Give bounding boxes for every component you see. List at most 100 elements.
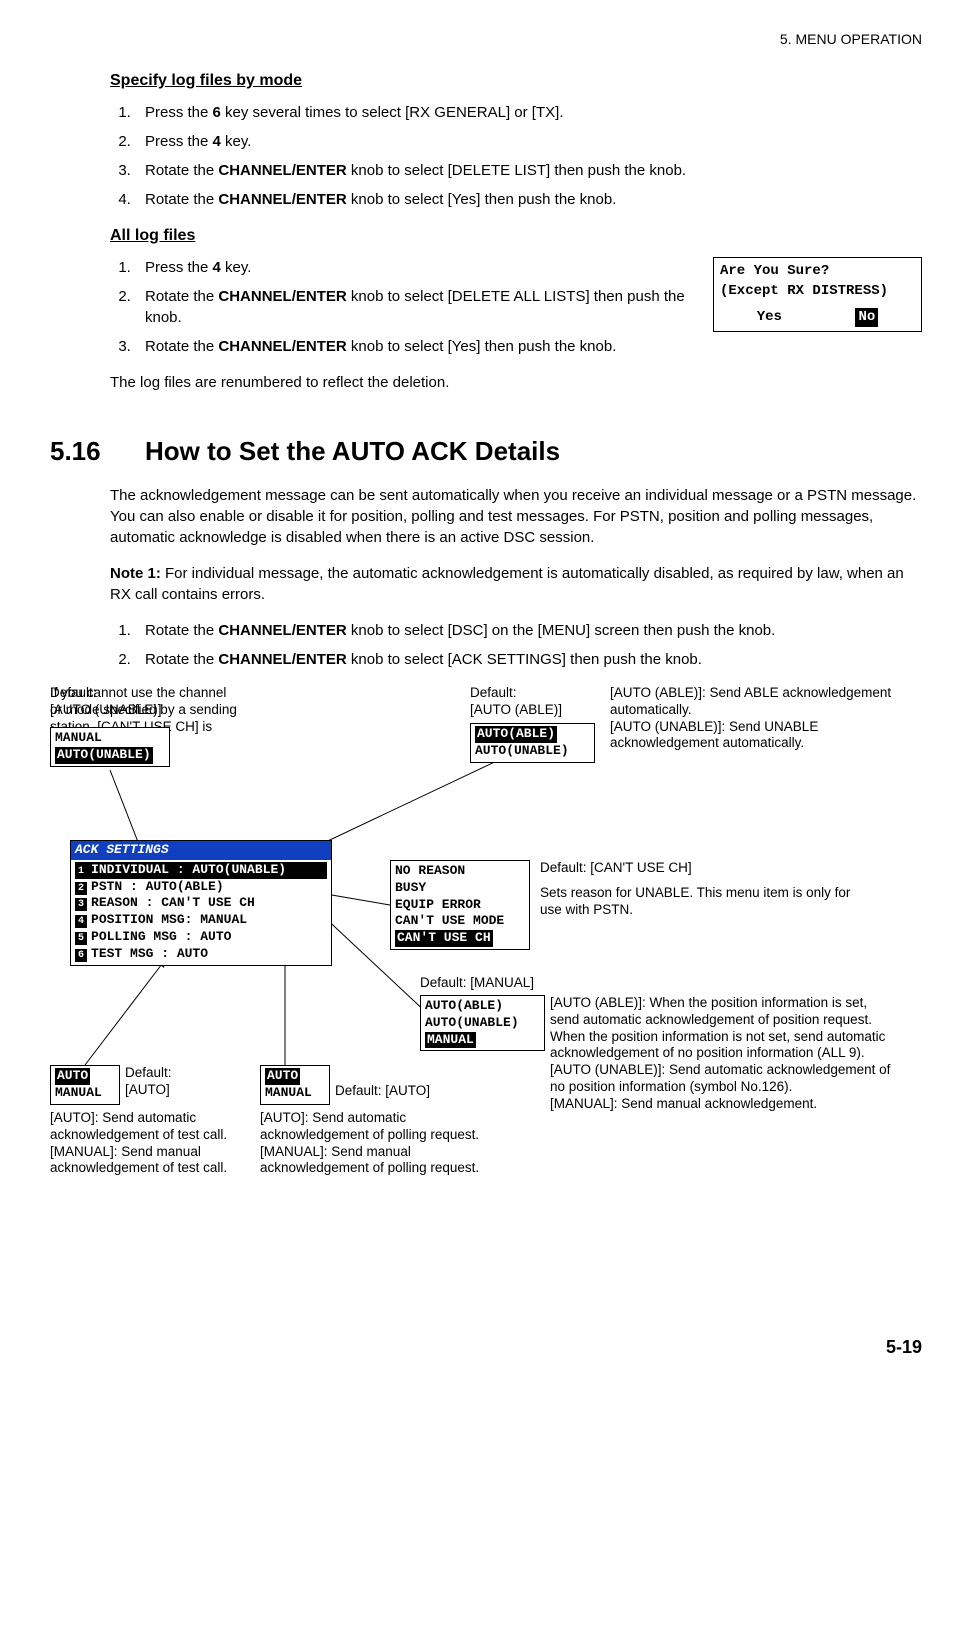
section-heading: 5.16 How to Set the AUTO ACK Details <box>50 433 922 469</box>
t: CHANNEL/ENTER <box>218 338 346 355</box>
t: 4 <box>213 259 221 276</box>
t: CHANNEL/ENTER <box>218 622 346 639</box>
t: Press the <box>145 133 213 150</box>
confirm-line: (Except RX DISTRESS) <box>720 282 915 302</box>
opt: MANUAL <box>55 1085 115 1102</box>
test-desc: [AUTO]: Send automatic acknowledgement o… <box>50 1110 245 1178</box>
opt-selected: AUTO(ABLE) <box>475 726 557 743</box>
t: POSITION MSG: MANUAL <box>91 912 247 927</box>
ack-settings-menu: ACK SETTINGS 1INDIVIDUAL : AUTO(UNABLE) … <box>70 840 332 966</box>
t: CHANNEL/ENTER <box>218 288 346 305</box>
polling-desc: [AUTO]: Send automatic acknowledgement o… <box>260 1110 480 1178</box>
opt: NO REASON <box>395 863 525 880</box>
t: INDIVIDUAL : AUTO(UNABLE) <box>91 862 286 877</box>
opt: AUTO(UNABLE) <box>425 1015 540 1032</box>
default-position: Default: [MANUAL] <box>420 975 534 992</box>
t: key. <box>221 259 252 276</box>
t: Press the <box>145 104 213 121</box>
position-desc: [AUTO (ABLE)]: When the position informa… <box>550 995 895 1113</box>
opt: MANUAL <box>55 730 165 747</box>
section-title: How to Set the AUTO ACK Details <box>145 433 560 469</box>
note-body: For individual message, the automatic ac… <box>110 565 904 603</box>
confirm-yes: Yes <box>757 308 782 328</box>
menu-row: 4POSITION MSG: MANUAL <box>75 912 327 929</box>
steps-specify: Press the 6 key several times to select … <box>110 102 922 210</box>
menu-row: 5POLLING MSG : AUTO <box>75 929 327 946</box>
t: 6 <box>213 104 221 121</box>
note-label: Note 1: <box>110 565 161 582</box>
opt: MANUAL <box>265 1085 325 1102</box>
opt-selected: AUTO <box>55 1068 90 1085</box>
t: knob to select [Yes] then push the knob. <box>347 191 617 208</box>
step: Press the 4 key. <box>135 131 922 152</box>
step: Press the 6 key several times to select … <box>135 102 922 123</box>
opt: EQUIP ERROR <box>395 897 525 914</box>
popup-individual: MANUAL AUTO(UNABLE) <box>50 727 170 767</box>
t: Rotate the <box>145 338 218 355</box>
default-test: Default: [AUTO] <box>125 1065 235 1099</box>
t: Rotate the <box>145 651 218 668</box>
note-1: Note 1: For individual message, the auto… <box>110 563 922 605</box>
step: Rotate the CHANNEL/ENTER knob to select … <box>135 649 922 670</box>
step: Rotate the CHANNEL/ENTER knob to select … <box>135 336 692 357</box>
step: Press the 4 key. <box>135 257 692 278</box>
reason-desc: Sets reason for UNABLE. This menu item i… <box>540 885 870 919</box>
t: 4 <box>213 133 221 150</box>
t: key several times to select [RX GENERAL]… <box>221 104 564 121</box>
menu-row: 2PSTN : AUTO(ABLE) <box>75 879 327 896</box>
t: Press the <box>145 259 213 276</box>
t: REASON : CAN'T USE CH <box>91 895 255 910</box>
t: Rotate the <box>145 288 218 305</box>
subheading-all: All log files <box>110 225 922 247</box>
popup-position: AUTO(ABLE) AUTO(UNABLE) MANUAL <box>420 995 545 1052</box>
popup-reason: NO REASON BUSY EQUIP ERROR CAN'T USE MOD… <box>390 860 530 950</box>
t: Rotate the <box>145 162 218 179</box>
popup-test: AUTO MANUAL <box>50 1065 120 1105</box>
step: Rotate the CHANNEL/ENTER knob to select … <box>135 286 692 328</box>
page-number: 5-19 <box>50 1335 922 1360</box>
default-reason: Default: [CAN'T USE CH] <box>540 860 740 877</box>
opt-selected: AUTO(UNABLE) <box>55 747 153 764</box>
ack-diagram: Default: [AUTO (UNABLE)] If you cannot u… <box>50 685 922 1305</box>
opt: BUSY <box>395 880 525 897</box>
para-intro: The acknowledgement message can be sent … <box>110 485 922 548</box>
t: key. <box>221 133 252 150</box>
t: CHANNEL/ENTER <box>218 191 346 208</box>
opt-selected: MANUAL <box>425 1032 476 1049</box>
t: PSTN : AUTO(ABLE) <box>91 879 224 894</box>
confirm-no: No <box>855 308 878 328</box>
t: Rotate the <box>145 191 218 208</box>
opt: CAN'T USE MODE <box>395 913 525 930</box>
opt: AUTO(ABLE) <box>425 998 540 1015</box>
able-unable-desc: [AUTO (ABLE)]: Send ABLE acknowledgement… <box>610 685 910 753</box>
menu-row: 3REASON : CAN'T USE CH <box>75 895 327 912</box>
t: knob to select [DSC] on the [MENU] scree… <box>347 622 776 639</box>
t: POLLING MSG : AUTO <box>91 929 231 944</box>
confirm-line: Are You Sure? <box>720 262 915 282</box>
confirm-dialog: Are You Sure? (Except RX DISTRESS) Yes N… <box>713 257 922 332</box>
opt: AUTO(UNABLE) <box>475 743 590 760</box>
steps-all: Press the 4 key. Rotate the CHANNEL/ENTE… <box>110 257 692 357</box>
t: knob to select [Yes] then push the knob. <box>347 338 617 355</box>
opt-selected: AUTO <box>265 1068 300 1085</box>
t: TEST MSG : AUTO <box>91 946 208 961</box>
t: knob to select [ACK SETTINGS] then push … <box>347 651 702 668</box>
menu-row: 1INDIVIDUAL : AUTO(UNABLE) <box>75 862 327 879</box>
chapter-header: 5. MENU OPERATION <box>50 30 922 50</box>
step: Rotate the CHANNEL/ENTER knob to select … <box>135 189 922 210</box>
menu-row: 6TEST MSG : AUTO <box>75 946 327 963</box>
step: Rotate the CHANNEL/ENTER knob to select … <box>135 620 922 641</box>
menu-title: ACK SETTINGS <box>71 841 331 860</box>
t: CHANNEL/ENTER <box>218 162 346 179</box>
t: Rotate the <box>145 622 218 639</box>
opt-selected: CAN'T USE CH <box>395 930 493 947</box>
t: knob to select [DELETE LIST] then push t… <box>347 162 686 179</box>
subheading-specify: Specify log files by mode <box>110 70 922 92</box>
steps-ack: Rotate the CHANNEL/ENTER knob to select … <box>110 620 922 670</box>
popup-polling: AUTO MANUAL <box>260 1065 330 1105</box>
step: Rotate the CHANNEL/ENTER knob to select … <box>135 160 922 181</box>
default-pstn: Default: [AUTO (ABLE)] <box>470 685 590 719</box>
popup-pstn: AUTO(ABLE) AUTO(UNABLE) <box>470 723 595 763</box>
default-polling: Default: [AUTO] <box>335 1083 430 1100</box>
section-number: 5.16 <box>50 433 145 469</box>
